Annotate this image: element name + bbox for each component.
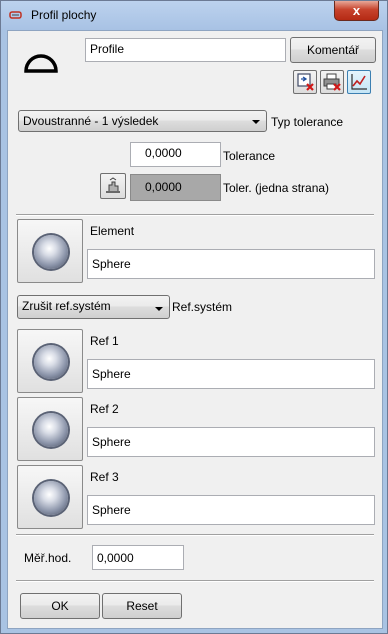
separator (16, 214, 374, 216)
close-icon: x (352, 3, 361, 18)
profile-name-input[interactable]: Profile (85, 38, 286, 62)
measured-input[interactable]: 0,0000 (92, 545, 184, 570)
ref-system-label: Ref.systém (172, 300, 233, 314)
hand-tool-icon (106, 177, 120, 193)
tolerance-type-select[interactable]: Dvoustranné - 1 výsledek (18, 110, 267, 132)
reset-button[interactable]: Reset (102, 593, 182, 619)
chart-button[interactable] (347, 70, 371, 94)
tolerance-one-side-label: Toler. (jedna strana) (223, 181, 330, 195)
tolerance-input[interactable]: 0,0000 (130, 142, 221, 167)
export-delete-button[interactable] (293, 70, 317, 94)
ref-1-select-button[interactable] (17, 329, 83, 393)
tolerance-label: Tolerance (223, 149, 276, 163)
comment-button[interactable]: Komentář (290, 37, 376, 63)
dialog-client: Profile Komentář Dvoustranné - 1 výslede… (7, 30, 383, 629)
ref-system-select[interactable]: Zrušit ref.systém (17, 295, 170, 319)
chevron-down-icon (252, 120, 260, 124)
tolerance-one-side-input: 0,0000 (130, 174, 221, 201)
dialog-window: Profil plochy x Profile Komentář Dvoustr… (0, 0, 388, 634)
tolerance-type-label: Typ tolerance (271, 115, 344, 129)
chevron-down-icon (155, 307, 163, 311)
hand-tool-button[interactable] (100, 173, 126, 199)
element-input[interactable]: Sphere (87, 249, 375, 279)
tolerance-type-value: Dvoustranné - 1 výsledek (23, 114, 159, 128)
profile-surface-icon (24, 54, 58, 73)
print-delete-button[interactable] (320, 70, 344, 94)
separator (16, 534, 374, 536)
sphere-icon (34, 345, 68, 379)
element-label: Element (90, 224, 135, 238)
title-bar: Profil plochy x (1, 1, 387, 30)
export-delete-icon (297, 73, 314, 91)
ref-2-select-button[interactable] (17, 397, 83, 461)
app-icon (9, 11, 22, 19)
ref-3-label: Ref 3 (90, 470, 119, 484)
ref-2-label: Ref 2 (90, 402, 119, 416)
sphere-icon (34, 481, 68, 515)
element-select-button[interactable] (17, 219, 83, 283)
measured-label: Měř.hod. (24, 551, 72, 565)
ref-1-input[interactable]: Sphere (87, 359, 375, 389)
sphere-icon (34, 235, 68, 269)
ref-1-label: Ref 1 (90, 334, 119, 348)
ref-system-value: Zrušit ref.systém (22, 299, 111, 313)
ref-2-input[interactable]: Sphere (87, 427, 375, 457)
sphere-icon (34, 413, 68, 447)
ok-button[interactable]: OK (20, 593, 100, 619)
ref-3-select-button[interactable] (17, 465, 83, 529)
ref-3-input[interactable]: Sphere (87, 495, 375, 525)
window-title: Profil plochy (31, 8, 97, 22)
print-delete-icon (323, 73, 341, 91)
close-button[interactable]: x (334, 1, 379, 21)
chart-icon (351, 74, 367, 90)
separator (16, 580, 374, 582)
